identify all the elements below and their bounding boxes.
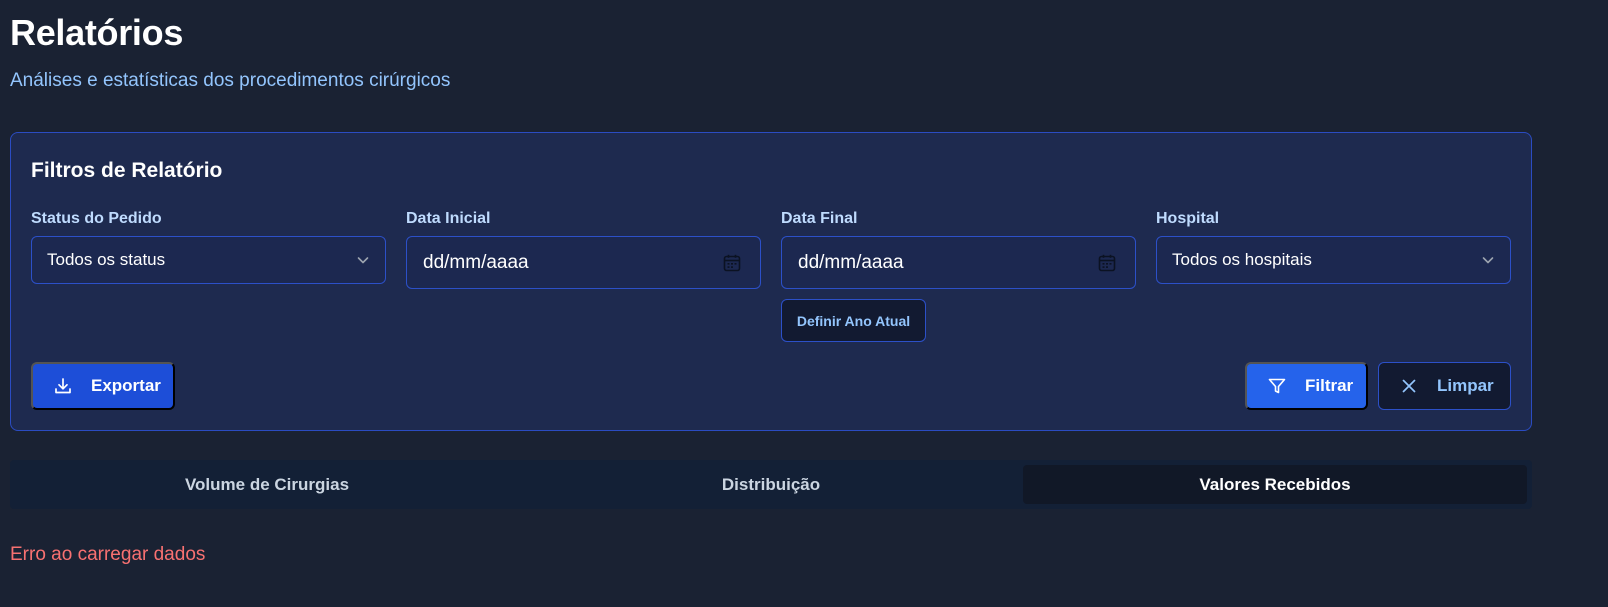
calendar-icon[interactable]	[722, 253, 742, 273]
status-select-value: Todos os status	[47, 250, 166, 269]
hospital-label: Hospital	[1156, 210, 1220, 227]
tab-distribuicao[interactable]: Distribuição	[519, 465, 1023, 504]
close-icon	[1399, 376, 1437, 396]
error-message: Erro ao carregar dados	[10, 544, 206, 565]
filter-icon	[1267, 376, 1305, 396]
start-date-label: Data Inicial	[406, 210, 491, 227]
filters-title: Filtros de Relatório	[31, 159, 223, 182]
status-select[interactable]: Todos os status	[31, 236, 386, 284]
end-date-label: Data Final	[781, 210, 858, 227]
clear-button-label: Limpar	[1437, 376, 1494, 395]
tab-valores-recebidos[interactable]: Valores Recebidos	[1023, 465, 1527, 504]
set-current-year-button[interactable]: Definir Ano Atual	[781, 299, 926, 342]
status-label: Status do Pedido	[31, 210, 162, 227]
page-subtitle: Análises e estatísticas dos procedimento…	[10, 70, 451, 91]
tab-volume-de-cirurgias[interactable]: Volume de Cirurgias	[15, 465, 519, 504]
page-title: Relatórios	[10, 12, 184, 53]
download-icon	[53, 376, 91, 396]
export-button-label: Exportar	[91, 376, 161, 395]
report-tabs: Volume de Cirurgias Distribuição Valores…	[10, 460, 1532, 509]
reports-page: Relatórios Análises e estatísticas dos p…	[0, 0, 1608, 607]
hospital-select-value: Todos os hospitais	[1172, 250, 1312, 269]
hospital-select[interactable]: Todos os hospitais	[1156, 236, 1511, 284]
export-button[interactable]: Exportar	[31, 362, 175, 410]
end-date-input[interactable]: dd/mm/aaaa	[781, 236, 1136, 289]
chevron-down-icon	[355, 252, 371, 268]
filter-button-label: Filtrar	[1305, 376, 1354, 395]
end-date-placeholder: dd/mm/aaaa	[798, 251, 904, 273]
start-date-input[interactable]: dd/mm/aaaa	[406, 236, 761, 289]
filter-button[interactable]: Filtrar	[1245, 362, 1368, 410]
calendar-icon[interactable]	[1097, 253, 1117, 273]
report-filters-card: Filtros de Relatório Status do Pedido To…	[10, 132, 1532, 431]
start-date-placeholder: dd/mm/aaaa	[423, 251, 529, 273]
chevron-down-icon	[1480, 252, 1496, 268]
clear-button[interactable]: Limpar	[1378, 362, 1511, 410]
